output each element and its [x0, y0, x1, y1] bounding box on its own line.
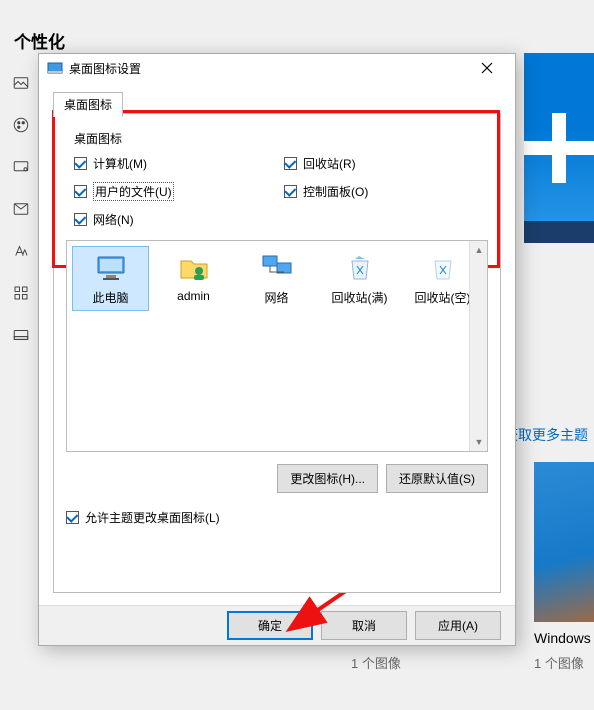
checkbox-icon [66, 511, 79, 524]
apply-button[interactable]: 应用(A) [415, 611, 501, 640]
icon-item-this-pc[interactable]: 此电脑 [73, 247, 148, 310]
checkbox-label: 允许主题更改桌面图标(L) [85, 509, 220, 526]
checkbox-control-panel[interactable]: 控制面板(O) [284, 182, 484, 201]
recycle-empty-icon [426, 251, 460, 285]
taskbar-icon[interactable] [12, 326, 30, 344]
background-icon[interactable] [12, 74, 30, 92]
cancel-button[interactable]: 取消 [321, 611, 407, 640]
checkbox-label: 回收站(R) [303, 155, 356, 172]
ok-button[interactable]: 确定 [227, 611, 313, 640]
tab-panel: 桌面图标 计算机(M) 回收站(R) 用户的文件(U) 控制面板(O) [53, 113, 501, 593]
icon-item-recycle-full[interactable]: 回收站(满) [322, 247, 397, 310]
user-folder-icon [177, 251, 211, 285]
checkbox-label: 计算机(M) [93, 155, 147, 172]
theme-thumbnail-bottom[interactable] [534, 462, 594, 622]
close-button[interactable] [467, 54, 507, 82]
change-icon-button[interactable]: 更改图标(H)... [277, 464, 378, 493]
checkbox-recycle-bin[interactable]: 回收站(R) [284, 155, 484, 172]
themes-icon[interactable] [12, 200, 30, 218]
icon-label: 此电脑 [92, 289, 128, 306]
checkbox-label: 控制面板(O) [303, 183, 368, 200]
icon-label: admin [177, 289, 210, 303]
icon-label: 回收站(空) [415, 289, 471, 306]
icon-label: 回收站(满) [332, 289, 388, 306]
scroll-down-button[interactable]: ▼ [470, 433, 488, 451]
lockscreen-icon[interactable] [12, 158, 30, 176]
network-icon [260, 251, 294, 285]
icon-list-scrollbar[interactable]: ▲ ▼ [469, 241, 487, 451]
icon-preview-list[interactable]: 此电脑 admin 网络 回收站(满) [66, 240, 488, 452]
dialog-title-icon [47, 60, 63, 76]
group-label-desktop-icons: 桌面图标 [74, 130, 488, 147]
checkbox-label: 用户的文件(U) [93, 182, 174, 201]
icon-item-user[interactable]: admin [156, 247, 231, 310]
desktop-icon-settings-dialog: 桌面图标设置 桌面图标 桌面图标 计算机(M) 回收站(R) [38, 53, 516, 646]
this-pc-icon [94, 251, 128, 285]
recycle-full-icon [343, 251, 377, 285]
checkbox-icon [74, 213, 87, 226]
close-icon [481, 62, 493, 74]
get-more-themes-link[interactable]: 获取更多主题 [504, 425, 594, 445]
checkbox-network[interactable]: 网络(N) [74, 211, 274, 228]
icon-label: 网络 [264, 289, 288, 306]
theme-name-label: Windows [534, 630, 594, 646]
tab-desktop-icons[interactable]: 桌面图标 [53, 92, 123, 117]
checkbox-icon [74, 185, 87, 198]
dialog-button-bar: 确定 取消 应用(A) [39, 605, 515, 645]
checkbox-user-files[interactable]: 用户的文件(U) [74, 182, 274, 201]
scroll-up-button[interactable]: ▲ [470, 241, 488, 259]
dialog-title: 桌面图标设置 [69, 60, 467, 77]
checkbox-icon [284, 185, 297, 198]
checkbox-icon [284, 157, 297, 170]
page-title: 个性化 [14, 28, 65, 53]
settings-sidebar [0, 70, 42, 344]
checkbox-label: 网络(N) [93, 211, 134, 228]
theme-thumbnail-top[interactable] [524, 53, 594, 243]
restore-default-button[interactable]: 还原默认值(S) [386, 464, 488, 493]
checkbox-computer[interactable]: 计算机(M) [74, 155, 274, 172]
icon-item-network[interactable]: 网络 [239, 247, 314, 310]
colors-icon[interactable] [12, 116, 30, 134]
fonts-icon[interactable] [12, 242, 30, 260]
theme-image-count: 1 个图像 [534, 653, 594, 672]
theme-image-count-mid: 1 个图像 [351, 653, 401, 672]
start-icon[interactable] [12, 284, 30, 302]
dialog-titlebar: 桌面图标设置 [39, 54, 515, 82]
checkbox-icon [74, 157, 87, 170]
checkbox-allow-themes[interactable]: 允许主题更改桌面图标(L) [66, 503, 488, 526]
